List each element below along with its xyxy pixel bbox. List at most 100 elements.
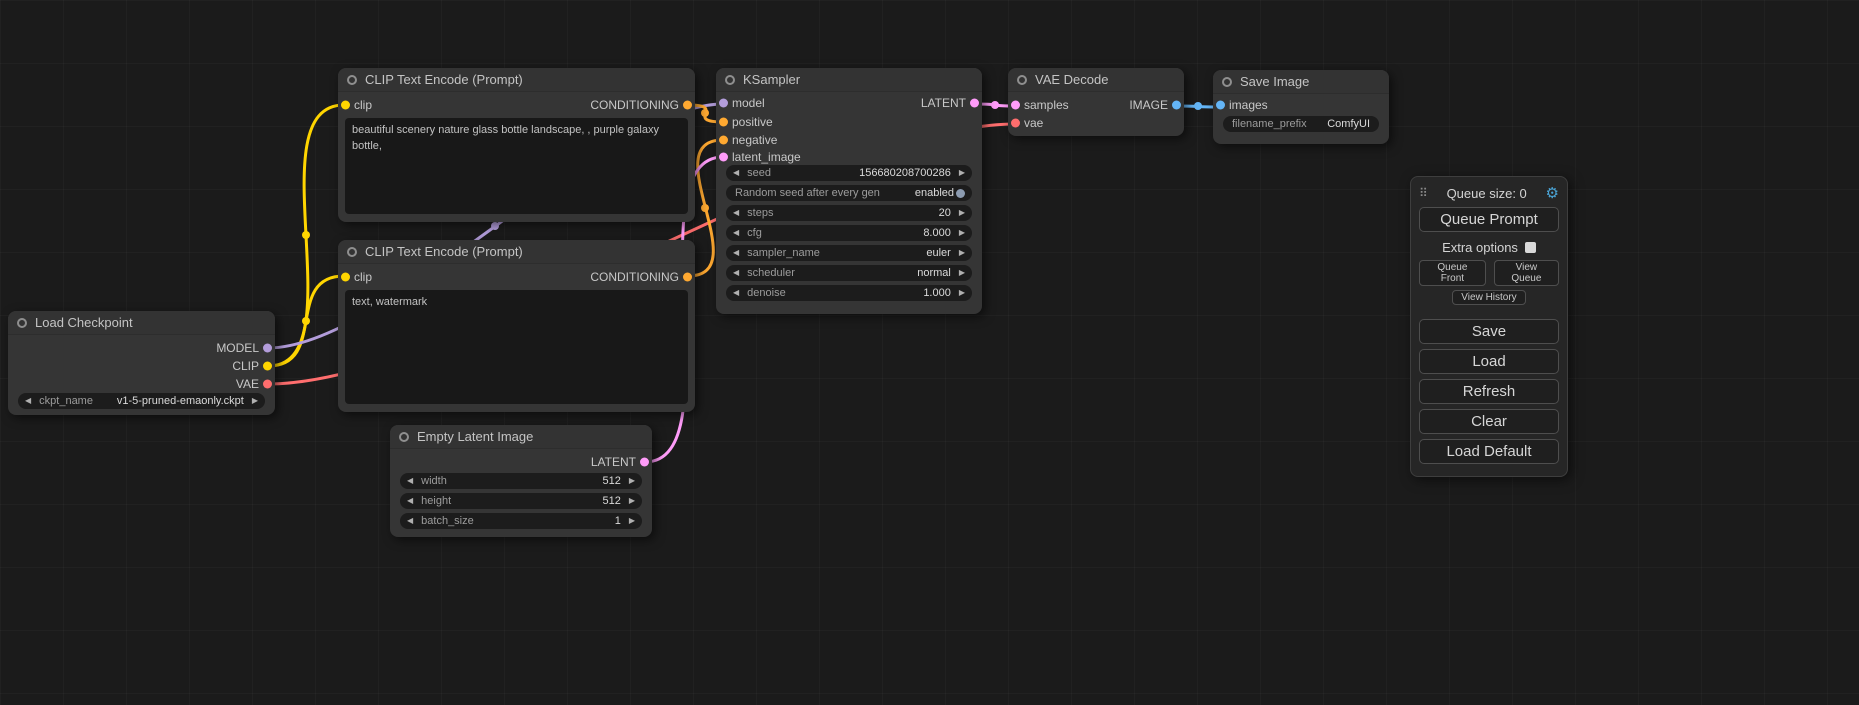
node-title-bar[interactable]: CLIP Text Encode (Prompt) [338,240,695,264]
extra-options-checkbox[interactable] [1525,242,1536,253]
queue-size-label: Queue size: 0 [1447,186,1527,201]
decrement-arrow-icon[interactable]: ◀ [407,477,413,485]
node-vae-decode[interactable]: VAE Decode samples vae IMAGE [1008,68,1184,136]
widget-value: 512 [602,495,620,507]
collapse-icon[interactable] [347,75,357,85]
node-title-bar[interactable]: Load Checkpoint [8,311,275,335]
collapse-icon[interactable] [347,247,357,257]
widget-label: cfg [747,227,923,239]
widget-denoise[interactable]: ◀ denoise 1.000 ▶ [726,285,972,301]
node-title-bar[interactable]: KSampler [716,68,982,92]
decrement-arrow-icon[interactable]: ◀ [733,249,739,257]
clip-slot-dot[interactable] [341,273,350,282]
node-clip-text-encode-negative[interactable]: CLIP Text Encode (Prompt) clip CONDITION… [338,240,695,412]
increment-arrow-icon[interactable]: ▶ [959,249,965,257]
prompt-textarea[interactable]: text, watermark [345,290,688,404]
widget-ckpt-name[interactable]: ◀ ckpt_name v1-5-pruned-emaonly.ckpt ▶ [18,393,265,409]
latent-slot-dot[interactable] [1011,101,1020,110]
widget-value: euler [926,247,950,259]
widget-seed[interactable]: ◀ seed 156680208700286 ▶ [726,165,972,181]
increment-arrow-icon[interactable]: ▶ [252,397,258,405]
widget-label: seed [747,167,859,179]
extra-options-label: Extra options [1442,240,1518,255]
node-ksampler[interactable]: KSampler model positive negative latent_… [716,68,982,314]
node-title-bar[interactable]: VAE Decode [1008,68,1184,92]
widget-random-seed-toggle[interactable]: Random seed after every gen enabled [726,185,972,201]
node-save-image[interactable]: Save Image images filename_prefix ComfyU… [1213,70,1389,144]
decrement-arrow-icon[interactable]: ◀ [25,397,31,405]
increment-arrow-icon[interactable]: ▶ [629,517,635,525]
prompt-textarea[interactable]: beautiful scenery nature glass bottle la… [345,118,688,214]
latent-slot-dot[interactable] [970,99,979,108]
clip-slot-dot[interactable] [341,101,350,110]
widget-cfg[interactable]: ◀ cfg 8.000 ▶ [726,225,972,241]
menu-header: ⠿ Queue size: 0 ⚙ [1419,184,1559,202]
conditioning-slot-dot[interactable] [683,101,692,110]
widget-height[interactable]: ◀ height 512 ▶ [400,493,642,509]
increment-arrow-icon[interactable]: ▶ [959,169,965,177]
widget-filename-prefix[interactable]: filename_prefix ComfyUI [1223,116,1379,132]
model-slot-dot[interactable] [263,344,272,353]
clear-button[interactable]: Clear [1419,409,1559,434]
slot-label: CONDITIONING [590,98,679,112]
conditioning-slot-dot[interactable] [683,273,692,282]
increment-arrow-icon[interactable]: ▶ [959,209,965,217]
node-load-checkpoint[interactable]: Load Checkpoint MODEL CLIP VAE ◀ ckpt_na… [8,311,275,415]
increment-arrow-icon[interactable]: ▶ [959,269,965,277]
collapse-icon[interactable] [1222,77,1232,87]
widget-value: 1 [615,515,621,527]
widget-width[interactable]: ◀ width 512 ▶ [400,473,642,489]
link-midpoint-dot [491,222,499,230]
node-graph-canvas[interactable]: Load Checkpoint MODEL CLIP VAE ◀ ckpt_na… [0,0,1859,705]
load-button[interactable]: Load [1419,349,1559,374]
node-empty-latent-image[interactable]: Empty Latent Image LATENT ◀ width 512 ▶ … [390,425,652,537]
increment-arrow-icon[interactable]: ▶ [629,497,635,505]
widget-batch-size[interactable]: ◀ batch_size 1 ▶ [400,513,642,529]
refresh-button[interactable]: Refresh [1419,379,1559,404]
widget-sampler-name[interactable]: ◀ sampler_name euler ▶ [726,245,972,261]
decrement-arrow-icon[interactable]: ◀ [407,497,413,505]
settings-gear-icon[interactable]: ⚙ [1546,186,1559,201]
node-title-bar[interactable]: CLIP Text Encode (Prompt) [338,68,695,92]
decrement-arrow-icon[interactable]: ◀ [733,209,739,217]
node-title-bar[interactable]: Empty Latent Image [390,425,652,449]
save-button[interactable]: Save [1419,319,1559,344]
link-midpoint-dot [701,109,709,117]
collapse-icon[interactable] [725,75,735,85]
decrement-arrow-icon[interactable]: ◀ [733,229,739,237]
node-clip-text-encode-positive[interactable]: CLIP Text Encode (Prompt) clip CONDITION… [338,68,695,222]
vae-slot-dot[interactable] [263,380,272,389]
increment-arrow-icon[interactable]: ▶ [629,477,635,485]
node-title: Empty Latent Image [417,429,533,444]
view-queue-button[interactable]: View Queue [1494,260,1559,286]
vae-slot-dot[interactable] [1011,119,1020,128]
decrement-arrow-icon[interactable]: ◀ [733,289,739,297]
load-default-button[interactable]: Load Default [1419,439,1559,464]
latent-slot-dot[interactable] [719,153,728,162]
queue-prompt-button[interactable]: Queue Prompt [1419,207,1559,232]
node-title-bar[interactable]: Save Image [1213,70,1389,94]
clip-slot-dot[interactable] [263,362,272,371]
collapse-icon[interactable] [399,432,409,442]
widget-value: 156680208700286 [859,167,951,179]
queue-front-button[interactable]: Queue Front [1419,260,1486,286]
drag-handle-icon[interactable]: ⠿ [1419,186,1428,200]
model-slot-dot[interactable] [719,99,728,108]
widget-scheduler[interactable]: ◀ scheduler normal ▶ [726,265,972,281]
toggle-indicator-icon[interactable] [956,189,965,198]
decrement-arrow-icon[interactable]: ◀ [407,517,413,525]
image-slot-dot[interactable] [1216,101,1225,110]
increment-arrow-icon[interactable]: ▶ [959,229,965,237]
conditioning-slot-dot[interactable] [719,136,728,145]
link-midpoint-dot [991,101,999,109]
increment-arrow-icon[interactable]: ▶ [959,289,965,297]
collapse-icon[interactable] [1017,75,1027,85]
decrement-arrow-icon[interactable]: ◀ [733,269,739,277]
view-history-button[interactable]: View History [1452,290,1525,305]
conditioning-slot-dot[interactable] [719,118,728,127]
collapse-icon[interactable] [17,318,27,328]
widget-steps[interactable]: ◀ steps 20 ▶ [726,205,972,221]
image-slot-dot[interactable] [1172,101,1181,110]
latent-slot-dot[interactable] [640,458,649,467]
decrement-arrow-icon[interactable]: ◀ [733,169,739,177]
